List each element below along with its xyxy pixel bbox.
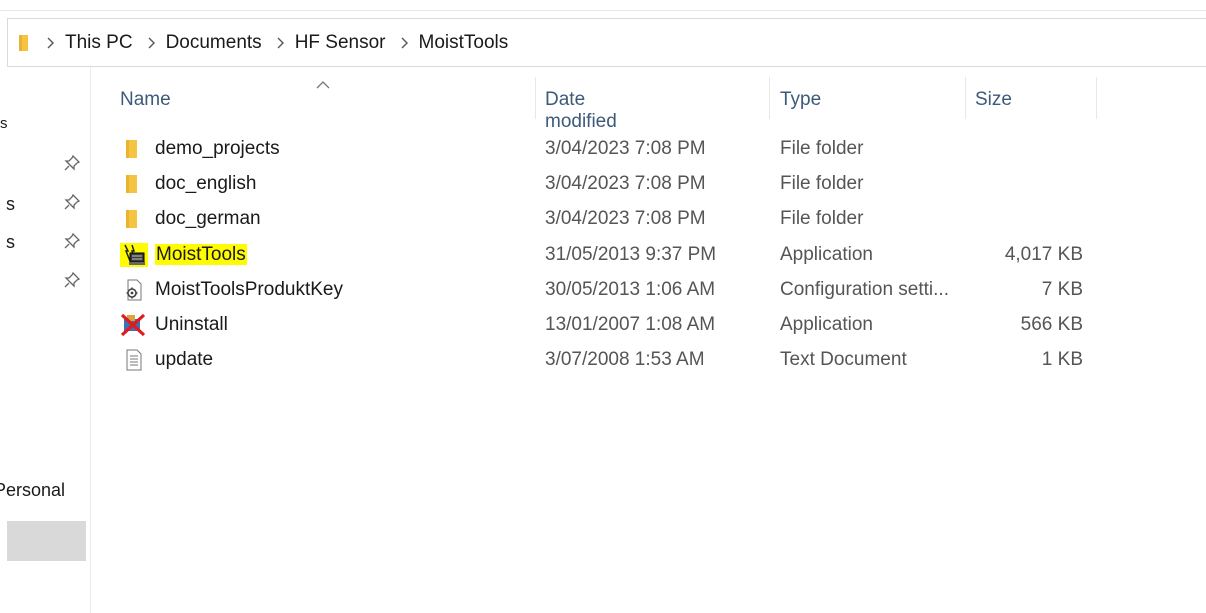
- nav-selected-item[interactable]: [7, 521, 86, 561]
- file-row[interactable]: Uninstall 13/01/2007 1:08 AM Application…: [110, 307, 1100, 342]
- address-bar[interactable]: This PC Documents HF Sensor MoistTools: [7, 18, 1206, 67]
- breadcrumb-this-pc[interactable]: This PC: [65, 32, 133, 54]
- file-type: Application: [780, 244, 873, 265]
- file-name[interactable]: doc_german: [155, 208, 261, 230]
- file-size: 7 KB: [1041, 279, 1083, 300]
- pin-icon[interactable]: [64, 232, 81, 249]
- nav-item-label[interactable]: s: [0, 115, 8, 132]
- file-date: 3/04/2023 7:08 PM: [545, 208, 706, 229]
- file-row[interactable]: update 3/07/2008 1:53 AM Text Document 1…: [110, 342, 1100, 377]
- chevron-right-icon[interactable]: [147, 37, 156, 49]
- file-name-highlight: MoistTools: [155, 244, 247, 265]
- breadcrumb-hf-sensor[interactable]: HF Sensor: [295, 32, 386, 54]
- file-name[interactable]: demo_projects: [155, 138, 280, 160]
- file-row[interactable]: demo_projects 3/04/2023 7:08 PM File fol…: [110, 131, 1100, 166]
- file-type: File folder: [780, 138, 864, 159]
- file-date: 13/01/2007 1:08 AM: [545, 314, 716, 335]
- breadcrumb-moisttools[interactable]: MoistTools: [419, 32, 509, 54]
- column-divider[interactable]: [769, 77, 770, 119]
- window-top-divider: [0, 10, 1206, 11]
- file-name[interactable]: MoistTools: [155, 244, 247, 266]
- column-header-name[interactable]: Name: [120, 89, 171, 111]
- file-row[interactable]: doc_german 3/04/2023 7:08 PM File folder: [110, 201, 1100, 236]
- file-type: Configuration setti...: [780, 279, 949, 300]
- folder-icon: [122, 207, 146, 231]
- pin-icon[interactable]: [64, 193, 81, 210]
- column-divider[interactable]: [1096, 77, 1097, 119]
- pin-icon[interactable]: [64, 271, 81, 288]
- folder-icon: [16, 33, 36, 53]
- uninstall-app-icon: [120, 313, 146, 337]
- file-name[interactable]: update: [155, 349, 213, 371]
- text-document-icon: [122, 348, 146, 372]
- file-size: 4,017 KB: [1004, 244, 1083, 265]
- nav-item-label[interactable]: s: [6, 194, 15, 215]
- file-type: Application: [780, 314, 873, 335]
- file-name[interactable]: Uninstall: [155, 314, 228, 336]
- file-size: 1 KB: [1041, 349, 1083, 370]
- file-row[interactable]: MoistToolsProduktKey 30/05/2013 1:06 AM …: [110, 272, 1100, 307]
- file-name[interactable]: MoistToolsProduktKey: [155, 279, 343, 301]
- file-type: File folder: [780, 208, 864, 229]
- column-divider[interactable]: [535, 77, 536, 119]
- pin-icon[interactable]: [64, 154, 81, 171]
- file-date: 3/04/2023 7:08 PM: [545, 138, 706, 159]
- config-file-icon: [122, 278, 146, 302]
- file-name[interactable]: doc_english: [155, 173, 256, 195]
- file-type: File folder: [780, 173, 864, 194]
- column-header-type[interactable]: Type: [780, 89, 821, 111]
- file-size: 566 KB: [1020, 314, 1083, 335]
- file-date: 31/05/2013 9:37 PM: [545, 244, 717, 265]
- breadcrumb-documents[interactable]: Documents: [166, 32, 262, 54]
- file-date: 30/05/2013 1:06 AM: [545, 279, 716, 300]
- chevron-right-icon: [46, 37, 55, 49]
- file-row[interactable]: doc_english 3/04/2023 7:08 PM File folde…: [110, 166, 1100, 201]
- folder-icon: [122, 137, 146, 161]
- column-divider[interactable]: [965, 77, 966, 119]
- navigation-pane: s s s Personal: [0, 67, 91, 613]
- chevron-right-icon[interactable]: [276, 37, 285, 49]
- file-date: 3/04/2023 7:08 PM: [545, 173, 706, 194]
- nav-item-personal[interactable]: Personal: [0, 480, 65, 501]
- sort-ascending-icon: [316, 77, 330, 95]
- file-type: Text Document: [780, 349, 907, 370]
- column-header-date-modified[interactable]: Date modified: [545, 89, 617, 133]
- moisttools-app-icon: [120, 243, 148, 267]
- file-row[interactable]: MoistTools 31/05/2013 9:37 PM Applicatio…: [110, 237, 1100, 272]
- chevron-right-icon[interactable]: [400, 37, 409, 49]
- column-header-size[interactable]: Size: [975, 89, 1012, 111]
- nav-item-label[interactable]: s: [6, 232, 15, 253]
- file-date: 3/07/2008 1:53 AM: [545, 349, 705, 370]
- folder-icon: [122, 172, 146, 196]
